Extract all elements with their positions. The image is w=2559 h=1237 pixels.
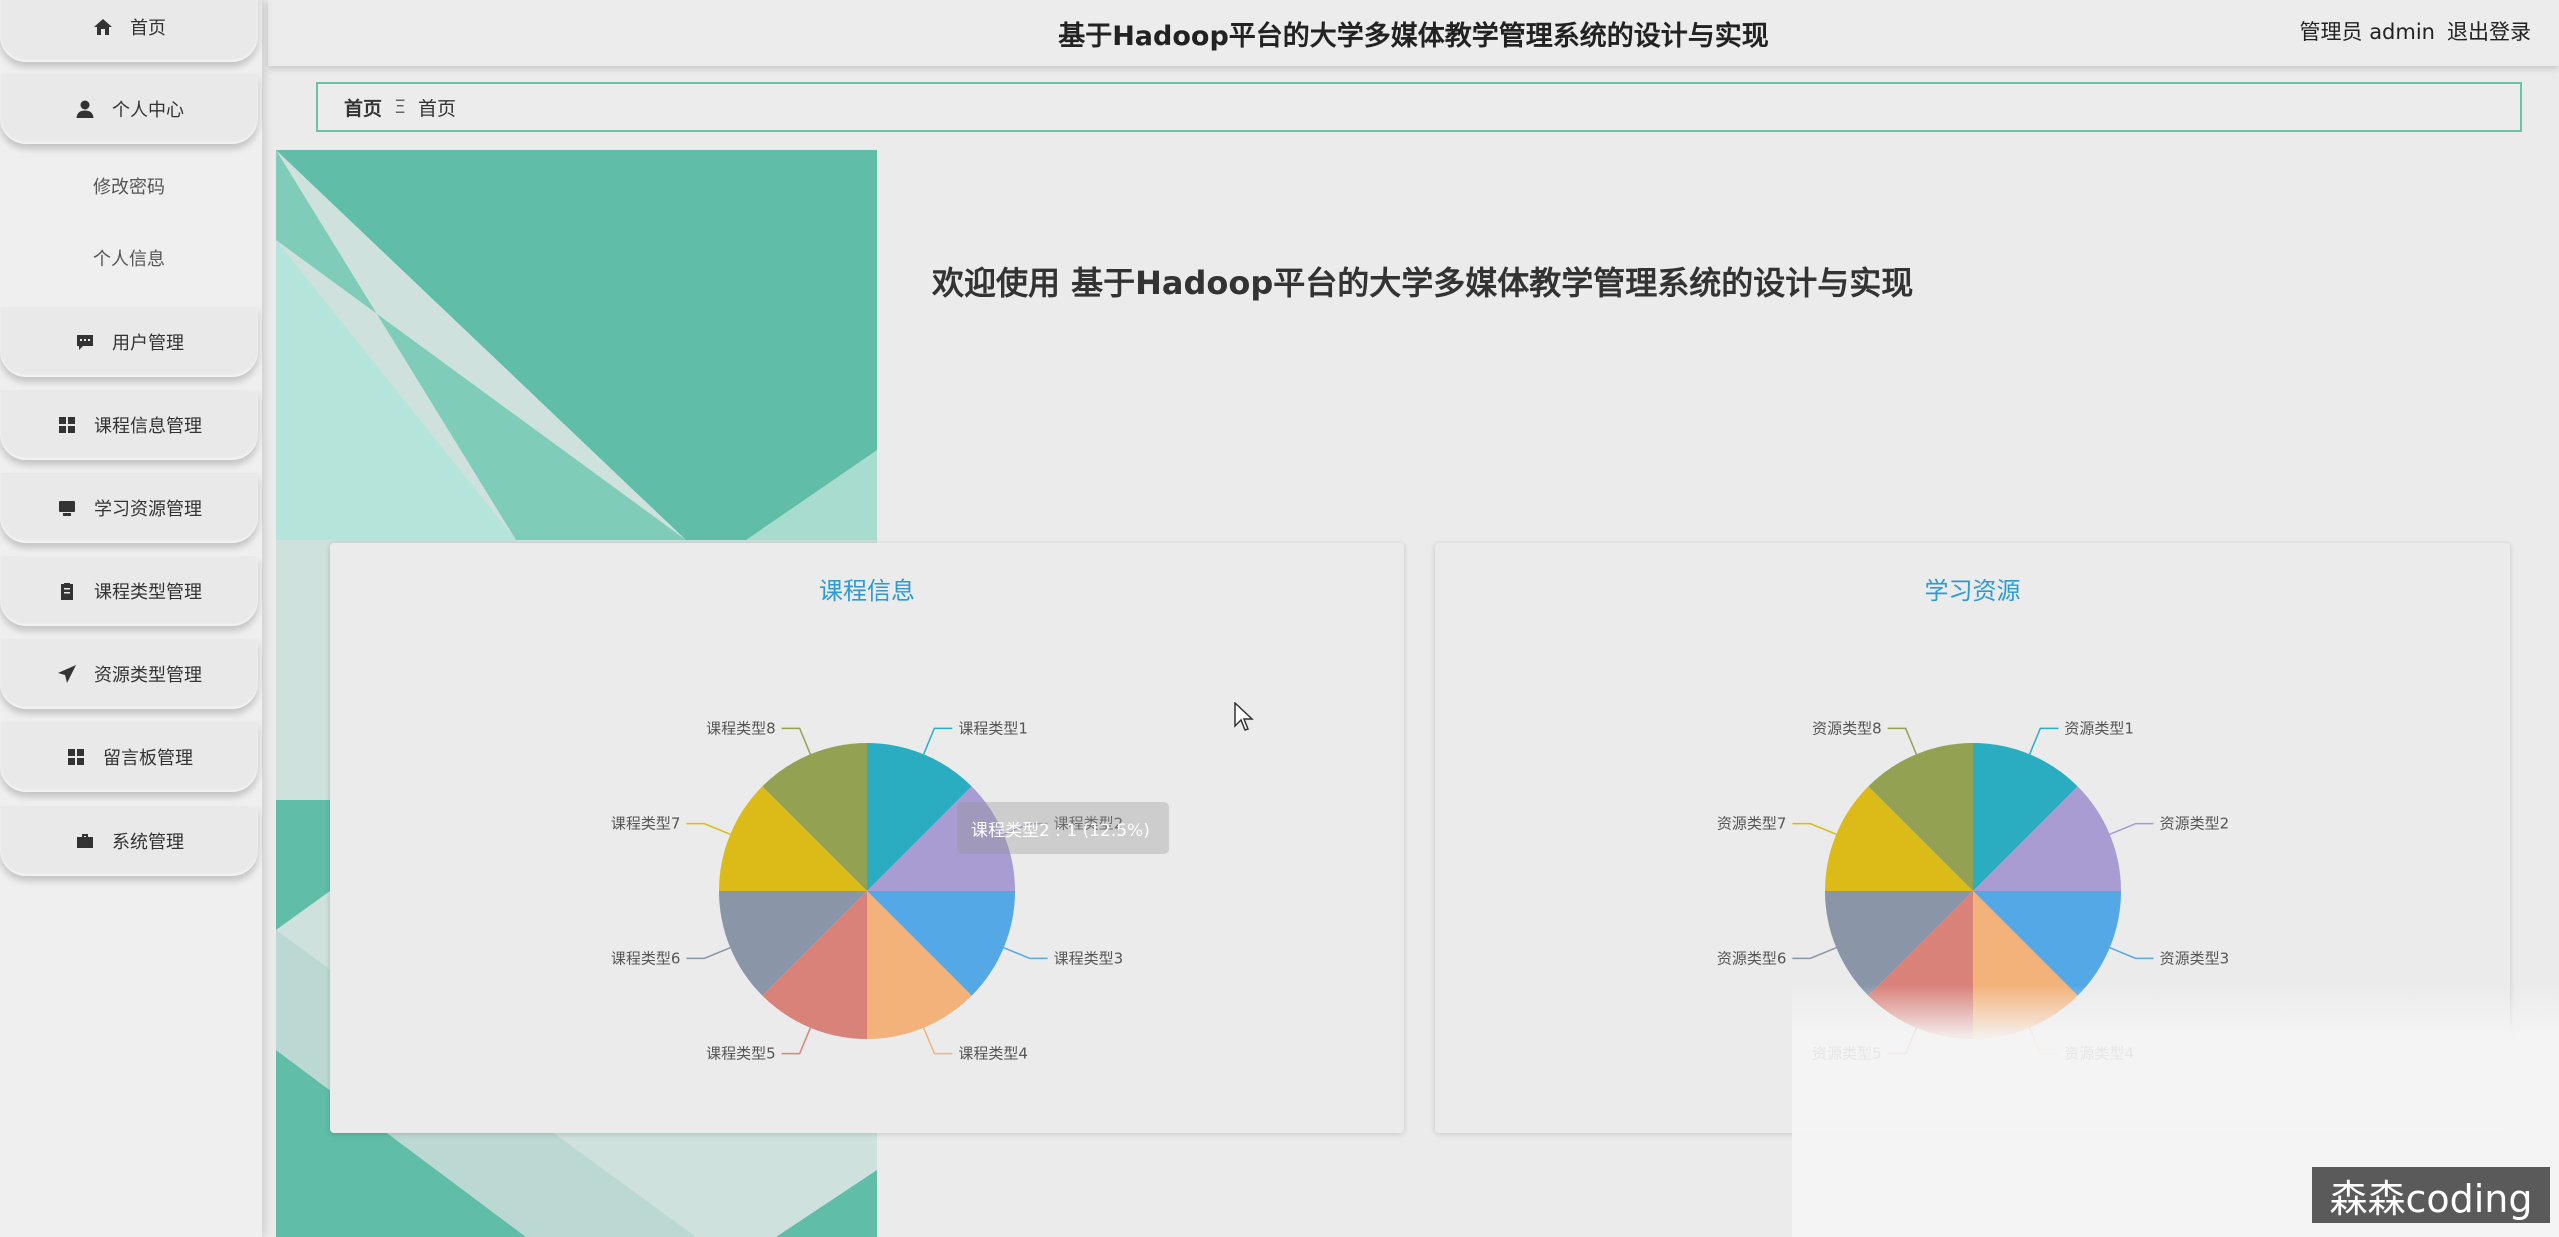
sidebar-item-label: 个人信息 — [93, 249, 165, 270]
sidebar-item-label: 资源类型管理 — [94, 665, 202, 686]
label-leader-line — [781, 1027, 812, 1055]
sidebar-item-course-type[interactable]: 课程类型管理 — [0, 556, 258, 626]
sidebar-item-label: 修改密码 — [93, 177, 165, 198]
sidebar-item-label: 个人中心 — [112, 100, 184, 121]
label-leader-line — [922, 727, 953, 755]
sidebar-item-label: 用户管理 — [112, 333, 184, 354]
sidebar-item-message-board[interactable]: 留言板管理 — [0, 722, 258, 792]
grid-icon — [65, 746, 87, 768]
sidebar-item-learning-resources[interactable]: 学习资源管理 — [0, 473, 258, 543]
briefcase-icon — [74, 830, 96, 852]
send-icon — [56, 663, 78, 685]
pie-slice-label: 课程类型3 — [1054, 949, 1124, 967]
monitor-icon — [56, 497, 78, 519]
page-title: 基于Hadoop平台的大学多媒体教学管理系统的设计与实现 — [1058, 21, 1769, 52]
sidebar-item-personal-center[interactable]: 个人中心 — [0, 74, 258, 144]
pie-slice-label: 课程类型4 — [958, 1045, 1028, 1063]
clipboard-icon — [56, 580, 78, 602]
breadcrumb-separator: Ξ — [394, 96, 407, 118]
welcome-text: 欢迎使用 基于Hadoop平台的大学多媒体教学管理系统的设计与实现 — [932, 264, 1914, 302]
pie-slice-label: 课程类型6 — [611, 949, 681, 967]
admin-label: 管理员 admin — [2299, 20, 2435, 44]
label-leader-line — [781, 727, 812, 755]
label-leader-line — [1792, 822, 1837, 836]
label-leader-line — [686, 946, 731, 960]
label-leader-line — [1887, 727, 1918, 755]
sidebar-item-label: 系统管理 — [112, 832, 184, 853]
sidebar-item-label: 首页 — [130, 18, 166, 39]
home-icon — [92, 16, 114, 38]
course-info-pie-chart: 课程类型1课程类型2课程类型3课程类型4课程类型5课程类型6课程类型7课程类型8 — [611, 719, 1124, 1063]
pie-slice-label: 课程类型8 — [706, 719, 776, 737]
sidebar-item-label: 学习资源管理 — [94, 499, 202, 520]
breadcrumb: 首页 Ξ 首页 — [316, 82, 2522, 132]
pie-slice-label: 资源类型6 — [1717, 949, 1787, 967]
grid-icon — [56, 414, 78, 436]
watermark: 森森coding — [2312, 1167, 2550, 1223]
breadcrumb-home[interactable]: 首页 — [344, 94, 382, 121]
label-leader-line — [2109, 946, 2154, 960]
sidebar-item-label: 课程类型管理 — [94, 582, 202, 603]
sidebar-item-label: 留言板管理 — [103, 748, 193, 769]
sidebar-item-home[interactable]: 首页 — [0, 0, 258, 62]
label-leader-line — [922, 1027, 953, 1055]
sidebar-item-label: 课程信息管理 — [94, 416, 202, 437]
pie-slice-label: 课程类型5 — [706, 1045, 776, 1063]
pie-slice-label: 资源类型7 — [1717, 815, 1787, 833]
chart-tooltip: 课程类型2 : 1 (12.5%) — [957, 802, 1169, 854]
label-leader-line — [686, 822, 731, 836]
label-leader-line — [2109, 822, 2154, 836]
user-icon — [74, 98, 96, 120]
course-info-chart-card: 课程信息 课程类型1 课程类型2 课程类型3 课程类型4 课程类型5 课程类型6 课程类型7… — [330, 543, 1404, 1133]
label-leader-line — [1003, 946, 1048, 960]
breadcrumb-current: 首页 — [418, 97, 457, 120]
pie-slice-label: 资源类型2 — [2160, 815, 2230, 833]
pie-slice-label: 资源类型1 — [2064, 719, 2134, 737]
pie-slice-label: 课程类型7 — [611, 815, 681, 833]
sidebar-item-system-management[interactable]: 系统管理 — [0, 806, 258, 876]
sidebar-item-user-management[interactable]: 用户管理 — [0, 307, 258, 377]
pie-slice-label: 资源类型8 — [1812, 719, 1882, 737]
pie-slice-label: 资源类型3 — [2160, 949, 2230, 967]
mouse-cursor-icon — [1234, 702, 1254, 731]
pie-slice-label: 课程类型1 — [958, 719, 1028, 737]
logout-link[interactable]: 退出登录 — [2447, 16, 2531, 46]
label-leader-line — [1792, 946, 1837, 960]
sidebar-item-resource-type[interactable]: 资源类型管理 — [0, 639, 258, 709]
message-icon — [74, 331, 96, 353]
sidebar-item-course-info[interactable]: 课程信息管理 — [0, 390, 258, 460]
label-leader-line — [2028, 727, 2059, 755]
sidebar: 首页 个人中心 修改密码 个人信息 用户管理 课程信息管理 学习资源管理 课程类… — [0, 0, 262, 1237]
sidebar-item-change-password[interactable]: 修改密码 — [0, 156, 258, 216]
sidebar-item-personal-info[interactable]: 个人信息 — [0, 228, 258, 288]
top-bar: 基于Hadoop平台的大学多媒体教学管理系统的设计与实现 管理员 admin 退… — [268, 0, 2559, 66]
